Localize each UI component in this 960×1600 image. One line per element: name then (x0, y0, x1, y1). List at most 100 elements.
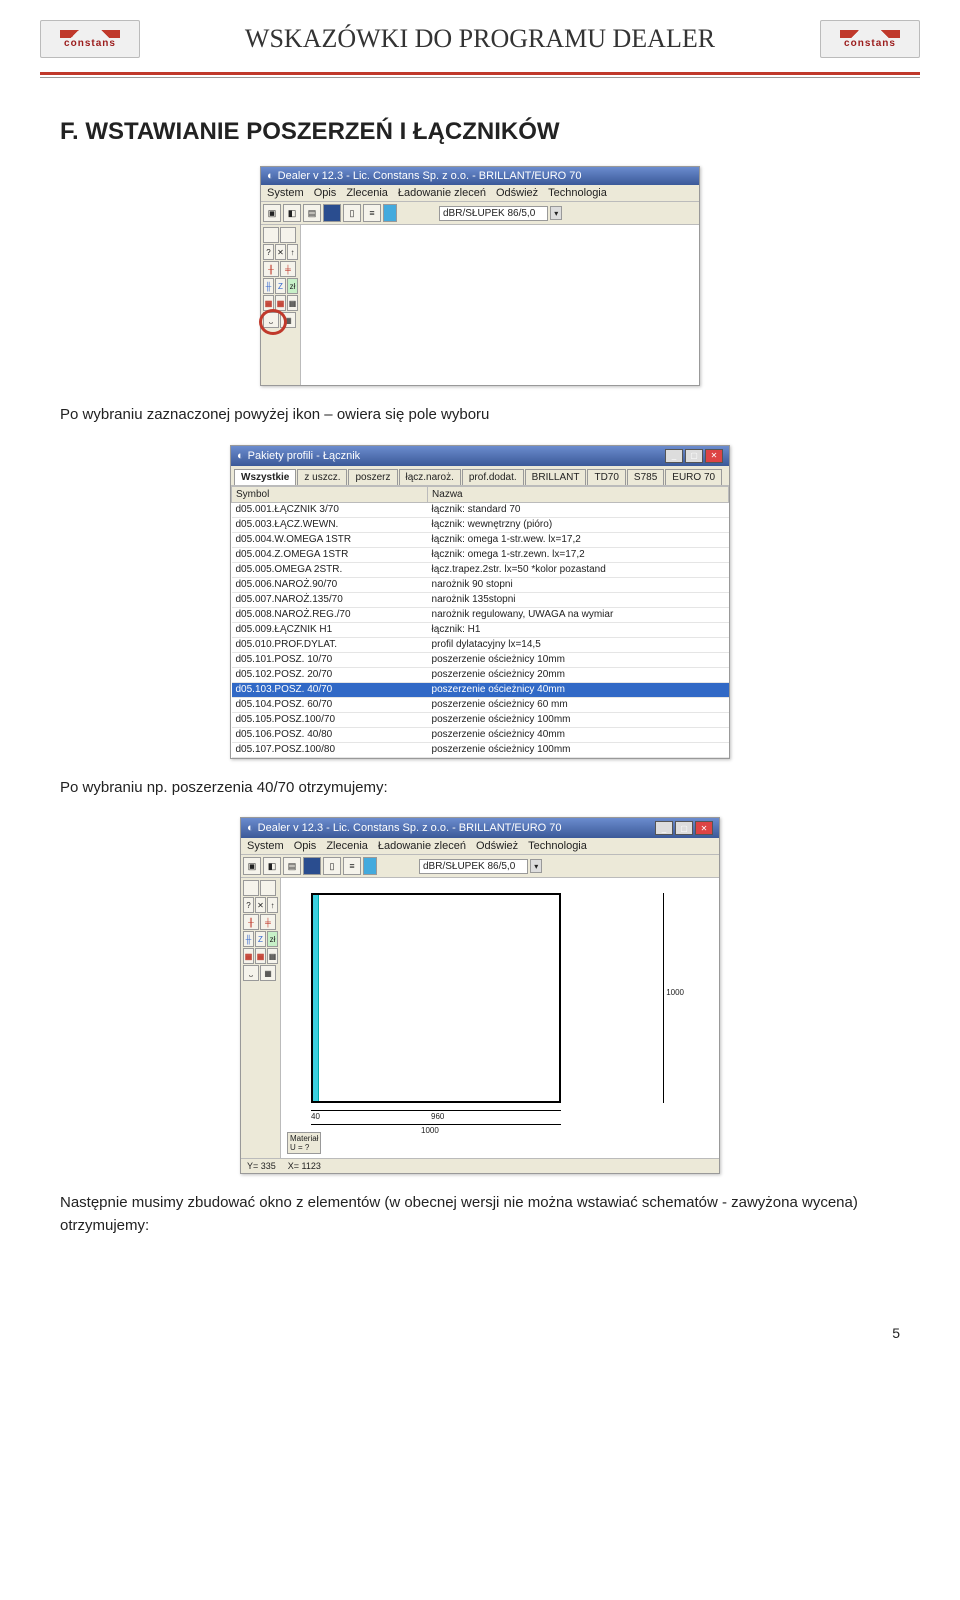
profile-select[interactable]: dBR/SŁUPEK 86/5,0 (439, 206, 548, 221)
profile-select[interactable]: dBR/SŁUPEK 86/5,0 (419, 859, 528, 874)
tool-btn[interactable] (303, 857, 321, 875)
filter-tab[interactable]: Wszystkie (234, 469, 296, 485)
table-row[interactable]: d05.006.NAROŻ.90/70narożnik 90 stopni (232, 577, 729, 592)
side-btn[interactable] (263, 227, 279, 243)
menu-item[interactable]: Zlecenia (326, 840, 368, 852)
menu-item[interactable]: Ładowanie zleceń (398, 187, 486, 199)
dropdown-icon[interactable]: ▾ (530, 859, 542, 873)
menu-item[interactable]: Opis (294, 840, 317, 852)
menu-item[interactable]: System (247, 840, 284, 852)
table-row[interactable]: d05.105.POSZ.100/70poszerzenie ościeżnic… (232, 712, 729, 727)
menu-item[interactable]: Technologia (528, 840, 587, 852)
tool-btn[interactable]: ▤ (283, 857, 301, 875)
side-btn[interactable]: ✕ (255, 897, 266, 913)
side-btn[interactable] (243, 880, 259, 896)
table-row[interactable]: d05.005.OMEGA 2STR.łącz.trapez.2str. lx=… (232, 562, 729, 577)
table-row[interactable]: d05.101.POSZ. 10/70poszerzenie ościeżnic… (232, 652, 729, 667)
side-btn[interactable]: ↑ (267, 897, 278, 913)
dropdown-icon[interactable]: ▾ (550, 206, 562, 220)
menu-item[interactable]: Odśwież (476, 840, 518, 852)
filter-tab[interactable]: S785 (627, 469, 664, 485)
minimize-button[interactable]: _ (655, 821, 673, 835)
table-row[interactable]: d05.010.PROF.DYLAT.profil dylatacyjny lx… (232, 637, 729, 652)
table-row[interactable]: d05.004.W.OMEGA 1STRłącznik: omega 1-str… (232, 532, 729, 547)
table-row[interactable]: d05.009.ŁĄCZNIK H1łącznik: H1 (232, 622, 729, 637)
tool-btn[interactable]: ▯ (343, 204, 361, 222)
table-row[interactable]: d05.104.POSZ. 60/70poszerzenie ościeżnic… (232, 697, 729, 712)
close-button[interactable]: ✕ (695, 821, 713, 835)
side-btn[interactable]: ▦ (255, 948, 266, 964)
tool-btn[interactable]: ≡ (363, 204, 381, 222)
side-btn[interactable]: ╪ (260, 914, 276, 930)
tool-btn[interactable]: ▯ (323, 857, 341, 875)
tool-btn[interactable]: ▣ (263, 204, 281, 222)
filter-tab[interactable]: BRILLANT (525, 469, 587, 485)
tool-btn[interactable]: ◧ (263, 857, 281, 875)
side-btn[interactable]: ▦ (243, 948, 254, 964)
filter-tab[interactable]: poszerz (348, 469, 397, 485)
table-row[interactable]: d05.008.NAROŻ.REG./70narożnik regulowany… (232, 607, 729, 622)
filter-tab[interactable]: TD70 (587, 469, 625, 485)
side-btn[interactable]: ✕ (275, 244, 286, 260)
menu-item[interactable]: Technologia (548, 187, 607, 199)
filter-tab[interactable]: z uszcz. (297, 469, 347, 485)
tool-btn[interactable]: ◧ (283, 204, 301, 222)
side-btn[interactable]: zł (267, 931, 278, 947)
side-btn[interactable]: ? (243, 897, 254, 913)
drawing-canvas[interactable]: 1000 40 960 1000 Materiał U = ? (281, 878, 719, 1158)
side-btn[interactable]: ▦ (280, 312, 296, 328)
dimension-line (311, 1124, 561, 1125)
cell-name: łącznik: H1 (428, 622, 729, 637)
close-button[interactable]: ✕ (705, 449, 723, 463)
side-btn[interactable]: Z (255, 931, 266, 947)
filter-tab[interactable]: EURO 70 (665, 469, 722, 485)
side-btn[interactable]: ? (263, 244, 274, 260)
menu-item[interactable]: Odśwież (496, 187, 538, 199)
tool-btn[interactable] (363, 857, 377, 875)
side-btn[interactable]: Z (275, 278, 286, 294)
table-row[interactable]: d05.107.POSZ.100/80poszerzenie ościeżnic… (232, 742, 729, 757)
cell-symbol: d05.004.W.OMEGA 1STR (232, 532, 428, 547)
filter-tab[interactable]: łącz.naroż. (399, 469, 461, 485)
side-btn[interactable]: ▦ (275, 295, 286, 311)
minimize-button[interactable]: _ (665, 449, 683, 463)
side-btn[interactable]: zł (287, 278, 298, 294)
side-btn[interactable] (260, 880, 276, 896)
table-row[interactable]: d05.102.POSZ. 20/70poszerzenie ościeżnic… (232, 667, 729, 682)
table-row[interactable]: d05.106.POSZ. 40/80poszerzenie ościeżnic… (232, 727, 729, 742)
side-toolbar: ?✕↑ ╫╪ ╫Zzł ▦▦▦ ⎵▦ (241, 878, 281, 1158)
menu-item[interactable]: Ładowanie zleceń (378, 840, 466, 852)
table-row[interactable]: d05.007.NAROŻ.135/70narożnik 135stopni (232, 592, 729, 607)
side-btn[interactable]: ╪ (280, 261, 296, 277)
menu-item[interactable]: Zlecenia (346, 187, 388, 199)
menu-item[interactable]: Opis (314, 187, 337, 199)
column-header[interactable]: Nazwa (428, 486, 729, 502)
tool-btn[interactable]: ▤ (303, 204, 321, 222)
tool-btn[interactable] (323, 204, 341, 222)
side-btn[interactable]: ▦ (263, 295, 274, 311)
side-btn[interactable]: ▦ (287, 295, 298, 311)
insert-extension-button[interactable]: ⎵ (263, 312, 279, 328)
tool-btn[interactable] (383, 204, 397, 222)
maximize-button[interactable]: ▢ (675, 821, 693, 835)
side-btn[interactable]: ╫ (263, 261, 279, 277)
table-row[interactable]: d05.004.Z.OMEGA 1STRłącznik: omega 1-str… (232, 547, 729, 562)
table-row[interactable]: d05.103.POSZ. 40/70poszerzenie ościeżnic… (232, 682, 729, 697)
maximize-button[interactable]: ▢ (685, 449, 703, 463)
side-btn[interactable]: ▦ (260, 965, 276, 981)
side-btn[interactable] (280, 227, 296, 243)
side-btn[interactable]: ╫ (243, 914, 259, 930)
table-row[interactable]: d05.003.ŁĄCZ.WEWN.łącznik: wewnętrzny (p… (232, 517, 729, 532)
drawing-canvas[interactable] (301, 225, 699, 385)
side-btn[interactable]: ╫ (243, 931, 254, 947)
side-btn[interactable]: ▦ (267, 948, 278, 964)
side-btn[interactable]: ⎵ (243, 965, 259, 981)
tool-btn[interactable]: ▣ (243, 857, 261, 875)
side-btn[interactable]: ↑ (287, 244, 298, 260)
tool-btn[interactable]: ≡ (343, 857, 361, 875)
filter-tab[interactable]: prof.dodat. (462, 469, 524, 485)
column-header[interactable]: Symbol (232, 486, 428, 502)
menu-item[interactable]: System (267, 187, 304, 199)
table-row[interactable]: d05.001.ŁĄCZNIK 3/70łącznik: standard 70 (232, 502, 729, 517)
side-btn[interactable]: ╫ (263, 278, 274, 294)
